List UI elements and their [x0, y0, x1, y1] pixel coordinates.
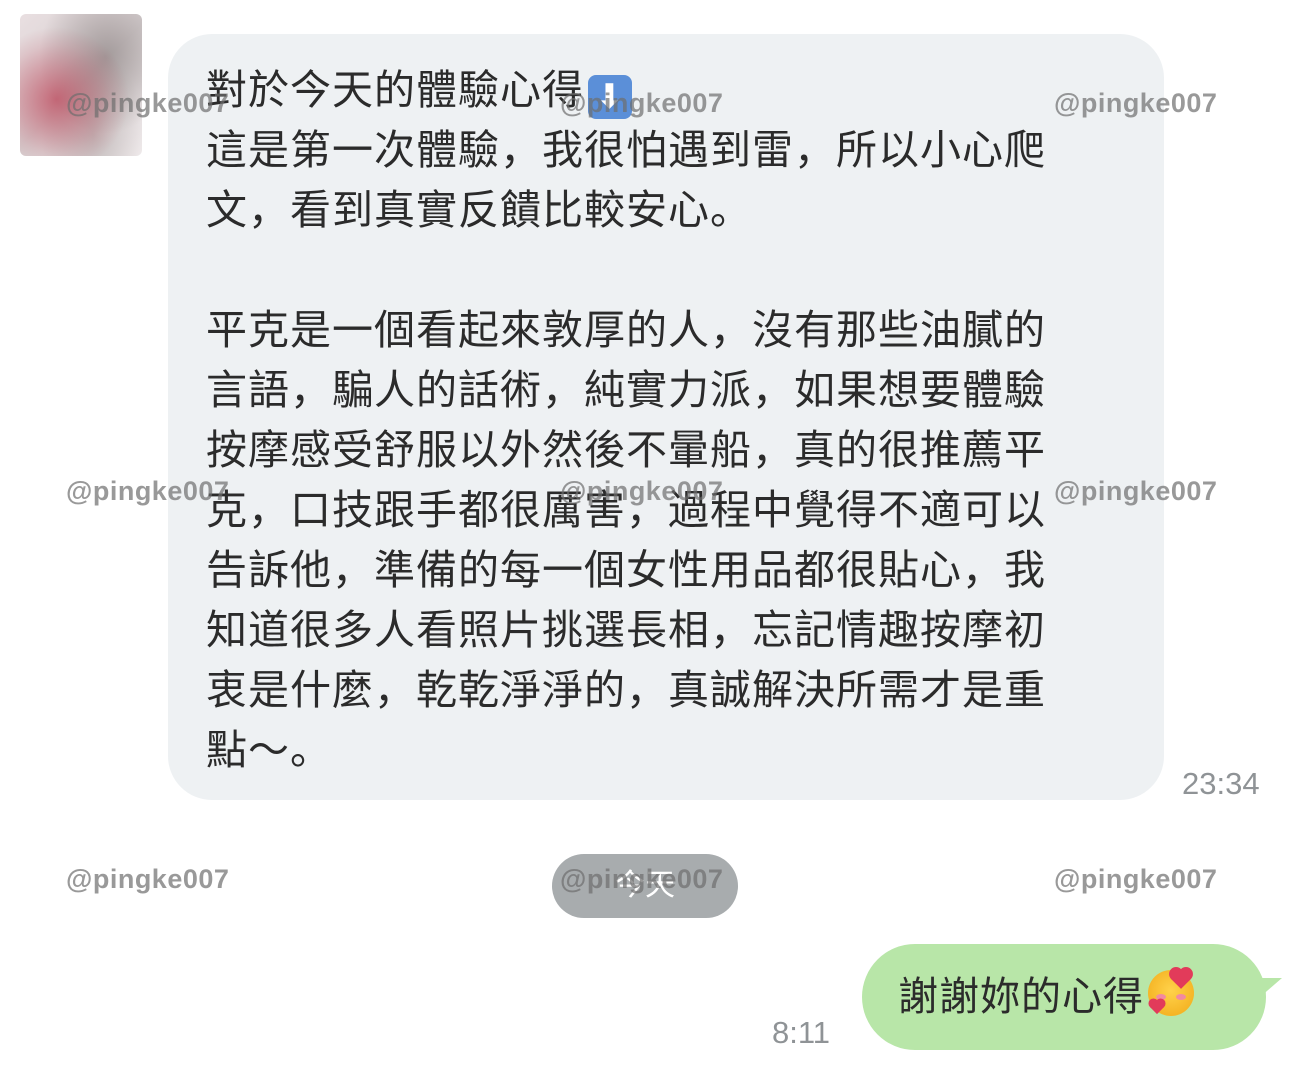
outgoing-message-bubble[interactable]: 謝謝妳的心得 [862, 944, 1266, 1050]
message-title: 對於今天的體驗心得 [206, 66, 584, 114]
message-line: 平克是一個看起來敦厚的人，沒有那些油膩的 [206, 306, 1046, 354]
message-line: 衷是什麼，乾乾淨淨的，真誠解決所需才是重 [206, 666, 1046, 714]
incoming-message-bubble[interactable]: 對於今天的體驗心得 ⬇ 這是第一次體驗，我很怕遇到雷，所以小心爬 文，看到真實反饋… [168, 34, 1164, 800]
message-line: 點～。 [206, 726, 332, 774]
watermark: @pingke007 [1054, 864, 1218, 894]
watermark: @pingke007 [66, 864, 230, 894]
incoming-timestamp: 23:34 [1182, 766, 1260, 801]
message-line: 言語，騙人的話術，純實力派，如果想要體驗 [206, 366, 1046, 414]
smiling-face-with-hearts-icon [1148, 969, 1194, 1016]
outgoing-timestamp: 8:11 [772, 1015, 831, 1050]
contact-avatar[interactable] [20, 14, 142, 156]
message-line: 這是第一次體驗，我很怕遇到雷，所以小心爬 [206, 126, 1046, 174]
date-separator: 今天 [552, 854, 738, 918]
message-line: 按摩感受舒服以外然後不暈船，真的很推薦平 [206, 426, 1046, 474]
message-line: 告訴他，準備的每一個女性用品都很貼心，我 [206, 546, 1046, 594]
bubble-tail [1252, 978, 1282, 1004]
message-line: 知道很多人看照片挑選長相，忘記情趣按摩初 [206, 606, 1046, 654]
message-line: 文，看到真實反饋比較安心。 [206, 186, 752, 234]
message-line: 克，口技跟手都很厲害，過程中覺得不適可以 [206, 486, 1046, 534]
outgoing-message-text: 謝謝妳的心得 [898, 974, 1144, 1020]
arrow-down-icon: ⬇ [588, 75, 632, 119]
